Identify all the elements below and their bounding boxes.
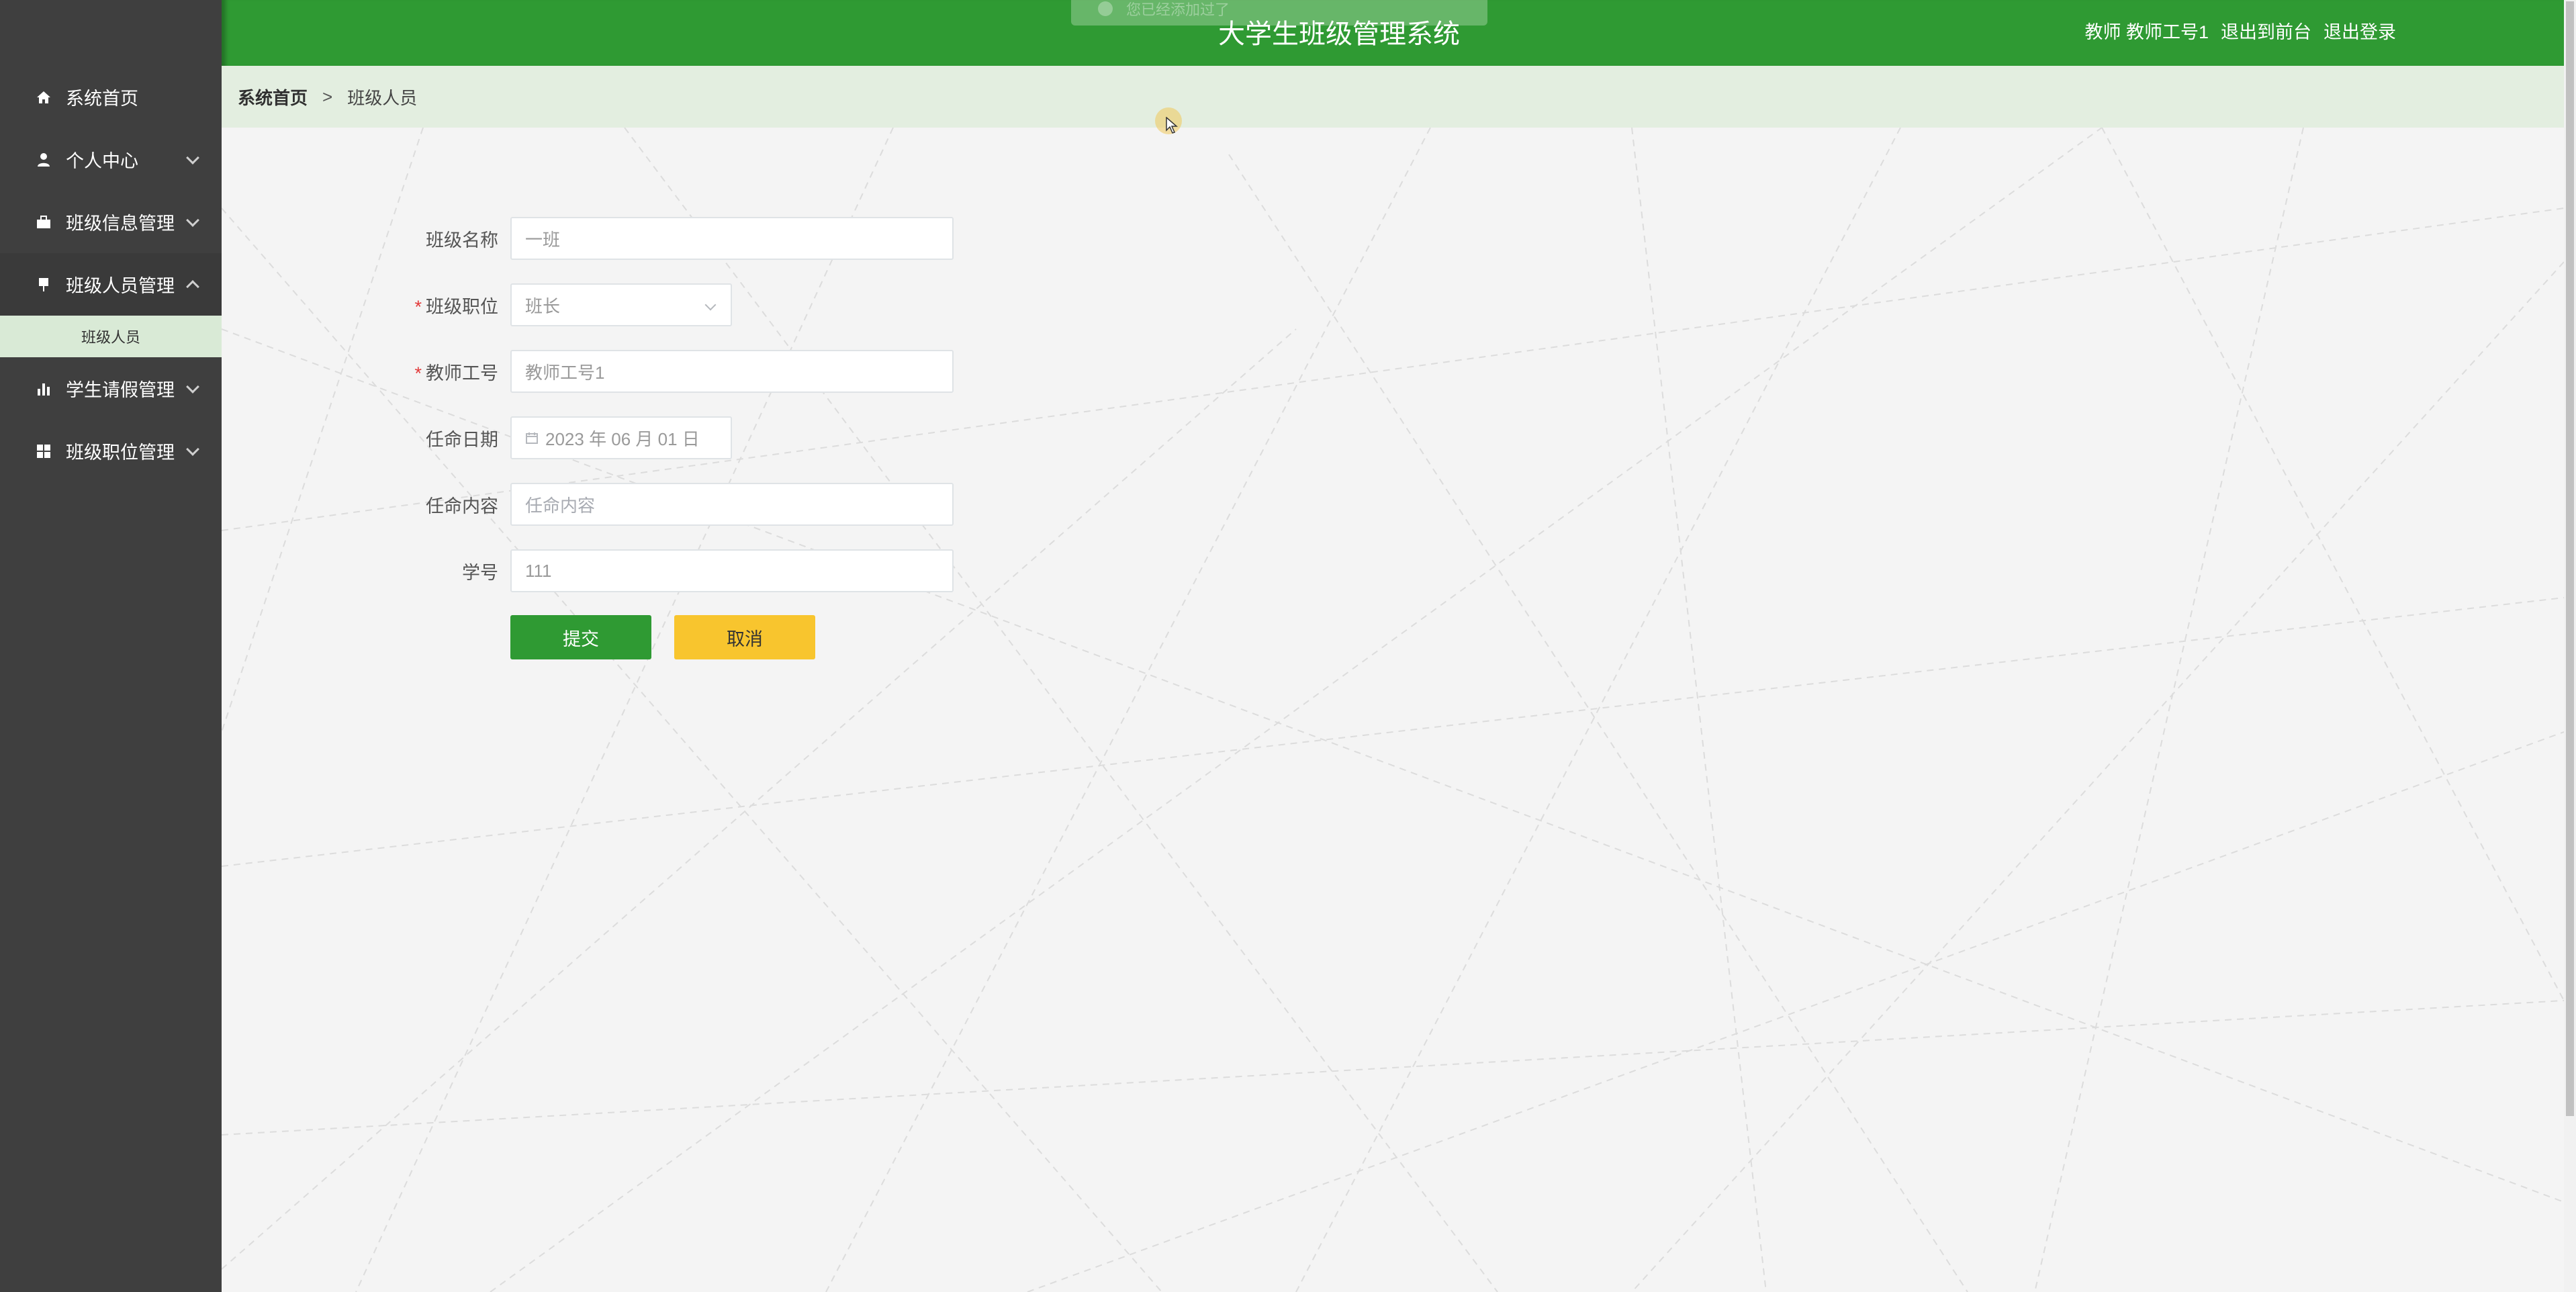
form-row-position: * 班级职位 班长 [403, 283, 954, 327]
sidebar-item-personal-center[interactable]: 个人中心 [0, 128, 222, 191]
exit-to-front-link[interactable]: 退出到前台 [2221, 17, 2311, 44]
form-row-appoint-content: 任命内容 任命内容 [403, 482, 954, 526]
breadcrumb-current: 班级人员 [347, 87, 418, 108]
form-actions: 提交 取消 [510, 615, 954, 659]
appoint-content-input[interactable]: 任命内容 [510, 483, 954, 526]
chevron-down-icon [186, 213, 199, 227]
breadcrumb-home[interactable]: 系统首页 [238, 85, 308, 109]
sidebar-brand-strip [0, 0, 222, 66]
form-row-class-name: 班级名称 一班 [403, 216, 954, 261]
user-role: 教师 [2084, 22, 2121, 42]
sidebar: 系统首页 个人中心 班级信息管理 班级人员管理 班级人员 学生请假管理 班级职位… [0, 0, 222, 1292]
sidebar-item-label: 班级职位管理 [66, 443, 175, 463]
sidebar-item-label: 系统首页 [66, 89, 138, 109]
submit-button[interactable]: 提交 [510, 615, 651, 659]
sidebar-item-class-member[interactable]: 班级人员管理 [0, 253, 222, 316]
appoint-content-label: 任命内容 [426, 496, 498, 516]
cancel-button[interactable]: 取消 [674, 615, 815, 659]
breadcrumb-separator: > [322, 86, 333, 107]
student-id-input[interactable]: 111 [510, 549, 954, 592]
class-name-label: 班级名称 [426, 230, 498, 250]
position-select-value: 班长 [525, 295, 561, 316]
user-icon [35, 151, 52, 169]
position-select[interactable]: 班长 [510, 283, 732, 326]
mouse-cursor [1155, 107, 1182, 134]
scrollbar-thumb[interactable] [2566, 1, 2574, 1116]
student-id-label: 学号 [462, 562, 498, 583]
user-area: 教师 教师工号1 退出到前台 退出登录 [2084, 17, 2396, 44]
sidebar-subitem-label: 班级人员 [81, 329, 140, 346]
class-name-input[interactable]: 一班 [510, 217, 954, 260]
teacher-id-input[interactable]: 教师工号1 [510, 350, 954, 393]
sidebar-item-home[interactable]: 系统首页 [0, 66, 222, 128]
sidebar-subitem-class-member[interactable]: 班级人员 [0, 316, 222, 357]
top-header: 您已经添加过了 大学生班级管理系统 教师 教师工号1 退出到前台 退出登录 [222, 0, 2564, 66]
logout-link[interactable]: 退出登录 [2324, 17, 2396, 44]
sidebar-item-class-info[interactable]: 班级信息管理 [0, 191, 222, 253]
sidebar-item-leave[interactable]: 学生请假管理 [0, 357, 222, 420]
sidebar-item-position[interactable]: 班级职位管理 [0, 420, 222, 482]
grid-icon [35, 443, 52, 460]
vertical-scrollbar[interactable] [2564, 0, 2576, 1292]
appoint-date-label: 任命日期 [426, 429, 498, 450]
cursor-arrow-icon [1166, 117, 1178, 134]
appoint-date-picker[interactable]: 2023 年 06 月 01 日 [510, 416, 732, 459]
form-row-teacher-id: * 教师工号 教师工号1 [403, 349, 954, 394]
sidebar-item-label: 学生请假管理 [66, 380, 175, 400]
form-row-appoint-date: 任命日期 2023 年 06 月 01 日 [403, 416, 954, 460]
chevron-down-icon [704, 299, 717, 311]
pin-icon [35, 276, 52, 293]
class-member-form: 班级名称 一班 * 班级职位 班长 * 教师工号 教师工号1 任命日期 2023 年… [403, 216, 954, 659]
form-row-student-id: 学号 111 [403, 549, 954, 593]
position-label: * 班级职位 [414, 296, 498, 317]
briefcase-icon [35, 214, 52, 231]
calendar-icon [525, 431, 539, 445]
sidebar-item-label: 班级信息管理 [66, 214, 175, 234]
chevron-down-icon [186, 442, 199, 456]
appoint-date-value: 2023 年 06 月 01 日 [545, 428, 700, 449]
bar-chart-icon [35, 380, 52, 398]
chevron-down-icon [186, 379, 199, 394]
sidebar-item-label: 个人中心 [66, 151, 138, 171]
teacher-id-label: * 教师工号 [414, 363, 498, 383]
breadcrumb: 系统首页 > 班级人员 [222, 66, 2564, 128]
user-name: 教师工号1 [2125, 22, 2209, 42]
home-icon [35, 89, 52, 106]
chevron-up-icon [186, 279, 199, 293]
sidebar-item-label: 班级人员管理 [66, 276, 175, 296]
chevron-down-icon [186, 150, 199, 165]
